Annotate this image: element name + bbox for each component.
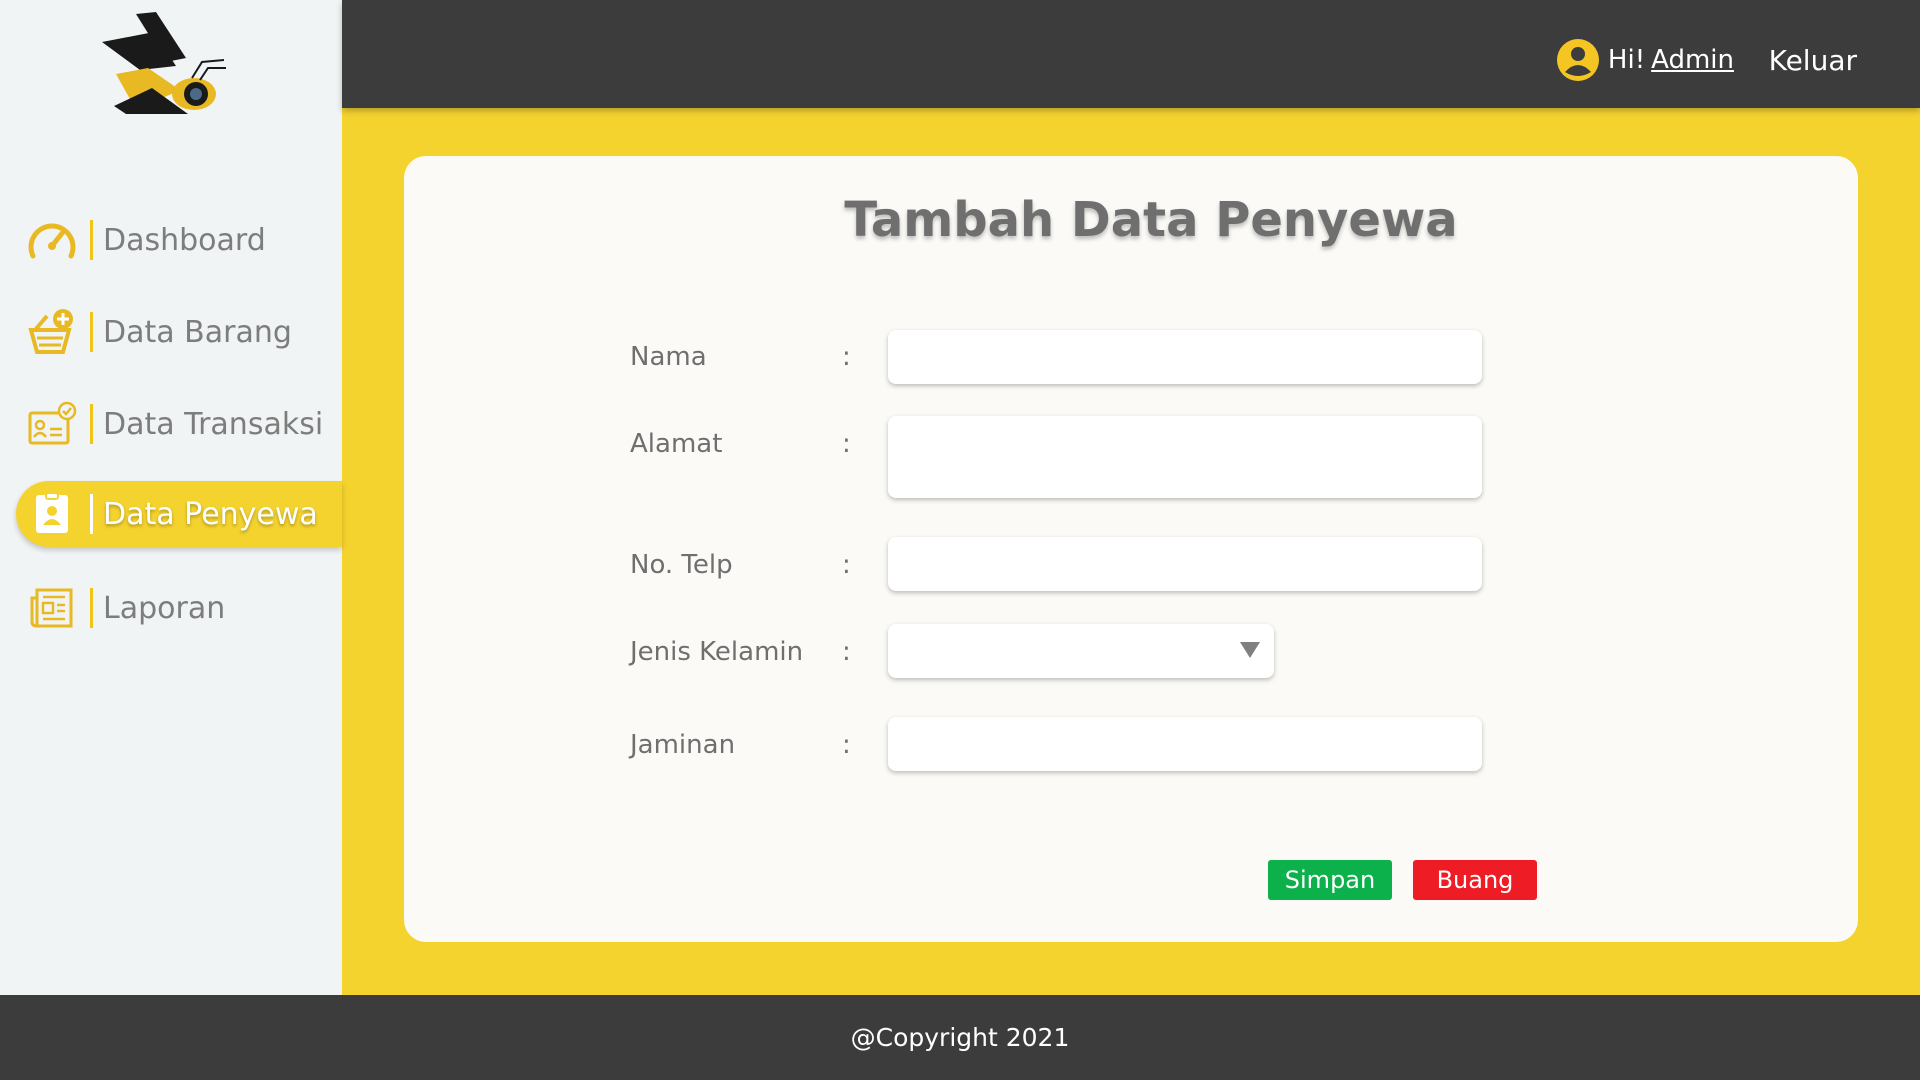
form-card: Tambah Data Penyewa Nama : Alamat : No. … <box>404 156 1858 942</box>
discard-button[interactable]: Buang <box>1413 860 1537 900</box>
nama-label: Nama <box>630 342 707 372</box>
sidebar-item-label: Data Transaksi <box>103 406 324 442</box>
save-button[interactable]: Simpan <box>1268 860 1392 900</box>
sidebar: Dashboard Data Barang Data Transaksi Dat… <box>0 0 342 995</box>
jenis-kelamin-select[interactable] <box>888 624 1274 678</box>
dropdown-caret-icon <box>1240 642 1260 658</box>
footer: @Copyright 2021 <box>0 995 1920 1080</box>
user-greeting: Hi! Admin <box>1556 38 1734 82</box>
jaminan-label: Jaminan <box>630 730 736 760</box>
jenis-kelamin-label: Jenis Kelamin <box>630 637 804 667</box>
no-telp-input[interactable] <box>888 537 1482 591</box>
nav-separator <box>90 494 93 534</box>
colon: : <box>842 429 851 459</box>
sidebar-item-label: Data Penyewa <box>103 496 318 532</box>
nama-input[interactable] <box>888 330 1482 384</box>
id-card-check-icon <box>22 399 82 449</box>
greeting-text: Hi! <box>1607 45 1646 75</box>
top-header: Hi! Admin Keluar <box>342 0 1920 108</box>
sidebar-item-label: Laporan <box>103 590 226 626</box>
basket-add-icon <box>22 307 82 357</box>
speedometer-icon <box>22 215 82 265</box>
admin-user-link[interactable]: Admin <box>1651 45 1734 75</box>
nav-separator <box>90 220 93 260</box>
sidebar-item-data-penyewa[interactable]: Data Penyewa <box>16 481 342 547</box>
nav-separator <box>90 404 93 444</box>
copyright-text: @Copyright 2021 <box>850 1023 1070 1052</box>
no-telp-label: No. Telp <box>630 550 733 580</box>
colon: : <box>842 730 851 760</box>
bee-logo <box>96 10 232 122</box>
user-avatar-icon <box>1556 39 1599 81</box>
sidebar-item-dashboard[interactable]: Dashboard <box>16 207 342 273</box>
sidebar-item-label: Data Barang <box>103 314 292 350</box>
nav-separator <box>90 312 93 352</box>
colon: : <box>842 342 851 372</box>
colon: : <box>842 637 851 667</box>
sidebar-item-data-transaksi[interactable]: Data Transaksi <box>16 391 342 457</box>
sidebar-item-data-barang[interactable]: Data Barang <box>16 299 342 365</box>
alamat-label: Alamat <box>630 429 723 459</box>
alamat-textarea[interactable] <box>888 416 1482 498</box>
logout-link[interactable]: Keluar <box>1769 44 1857 77</box>
page-title: Tambah Data Penyewa <box>844 192 1458 248</box>
sidebar-item-label: Dashboard <box>103 222 266 258</box>
colon: : <box>842 550 851 580</box>
sidebar-item-laporan[interactable]: Laporan <box>16 575 342 641</box>
newspaper-icon <box>22 583 82 633</box>
nav-separator <box>90 588 93 628</box>
person-badge-icon <box>22 489 82 539</box>
jaminan-input[interactable] <box>888 717 1482 771</box>
